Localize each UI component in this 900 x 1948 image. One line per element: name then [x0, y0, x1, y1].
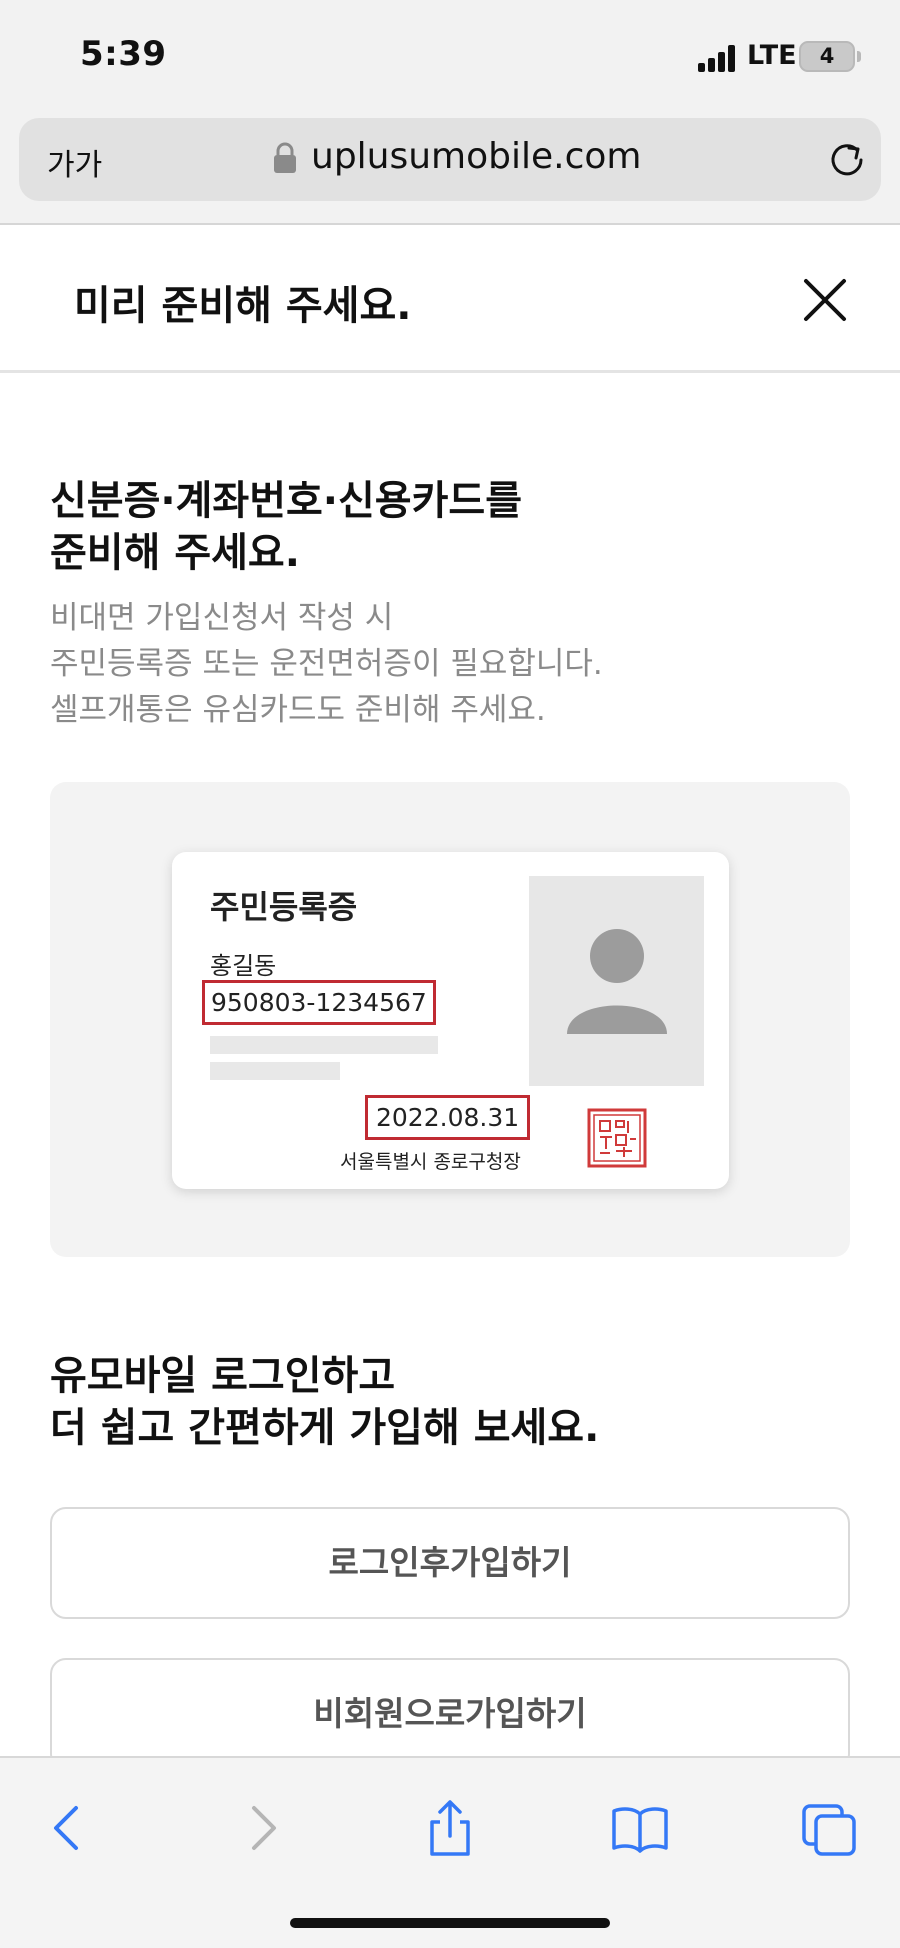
close-icon[interactable]: [800, 275, 850, 325]
network-label: LTE: [747, 40, 797, 71]
desc-line1: 비대면 가입신청서 작성 시: [50, 600, 394, 636]
address-bar[interactable]: 가가 uplusumobile.com: [19, 118, 881, 201]
browser-chrome: 5:39 LTE 4 가가 uplusumobile.com: [0, 0, 900, 225]
forward-icon[interactable]: [232, 1798, 292, 1858]
battery-cap: [857, 51, 861, 62]
section1-heading: 신분증·계좌번호·신용카드를 준비해 주세요.: [50, 475, 522, 579]
section1-description: 비대면 가입신청서 작성 시 주민등록증 또는 운전면허증이 필요합니다. 셀프…: [50, 595, 603, 733]
browser-toolbar: [0, 1756, 900, 1948]
section2-heading: 유모바일 로그인하고 더 쉽고 간편하게 가입해 보세요.: [50, 1350, 599, 1454]
card-placeholder-line: [210, 1062, 340, 1080]
home-indicator: [290, 1918, 610, 1928]
seal-stamp-icon: [587, 1108, 647, 1168]
battery-icon: 4: [799, 41, 855, 72]
tabs-icon[interactable]: [800, 1798, 860, 1858]
desc-line3: 셀프개통은 유심카드도 준비해 주세요.: [50, 692, 546, 728]
signal-icon: [698, 44, 740, 72]
card-issue-date: 2022.08.31: [365, 1095, 531, 1140]
back-icon[interactable]: [38, 1798, 98, 1858]
card-title: 주민등록증: [210, 888, 358, 926]
bookmarks-icon[interactable]: [610, 1798, 670, 1858]
person-icon: [567, 929, 667, 1034]
section2-heading-line1: 유모바일 로그인하고: [50, 1353, 396, 1399]
section1-heading-line2: 준비해 주세요.: [50, 530, 300, 576]
lock-icon: [274, 142, 296, 173]
card-resident-number: 950803-1234567: [202, 980, 436, 1025]
text-size-button[interactable]: 가가: [47, 140, 102, 184]
card-placeholder-line: [210, 1036, 438, 1054]
card-issuer: 서울특별시 종로구청장: [340, 1151, 521, 1173]
section1-heading-line1: 신분증·계좌번호·신용카드를: [50, 478, 522, 524]
page-header: 미리 준비해 주세요.: [0, 227, 900, 373]
section2-heading-line2: 더 쉽고 간편하게 가입해 보세요.: [50, 1405, 600, 1451]
card-name: 홍길동: [210, 952, 277, 980]
card-photo: [529, 876, 704, 1086]
guest-signup-button[interactable]: 비회원으로가입하기: [50, 1658, 850, 1770]
id-card-illustration: 주민등록증 홍길동 950803-1234567 2022.08.31 서울특별…: [172, 852, 729, 1189]
desc-line2: 주민등록증 또는 운전면허증이 필요합니다.: [50, 646, 603, 682]
share-icon[interactable]: [420, 1798, 480, 1858]
url-text[interactable]: uplusumobile.com: [311, 136, 642, 177]
login-signup-button[interactable]: 로그인후가입하기: [50, 1507, 850, 1619]
page-title: 미리 준비해 주세요.: [74, 283, 412, 329]
reload-icon[interactable]: [827, 140, 867, 180]
status-time: 5:39: [80, 34, 167, 74]
